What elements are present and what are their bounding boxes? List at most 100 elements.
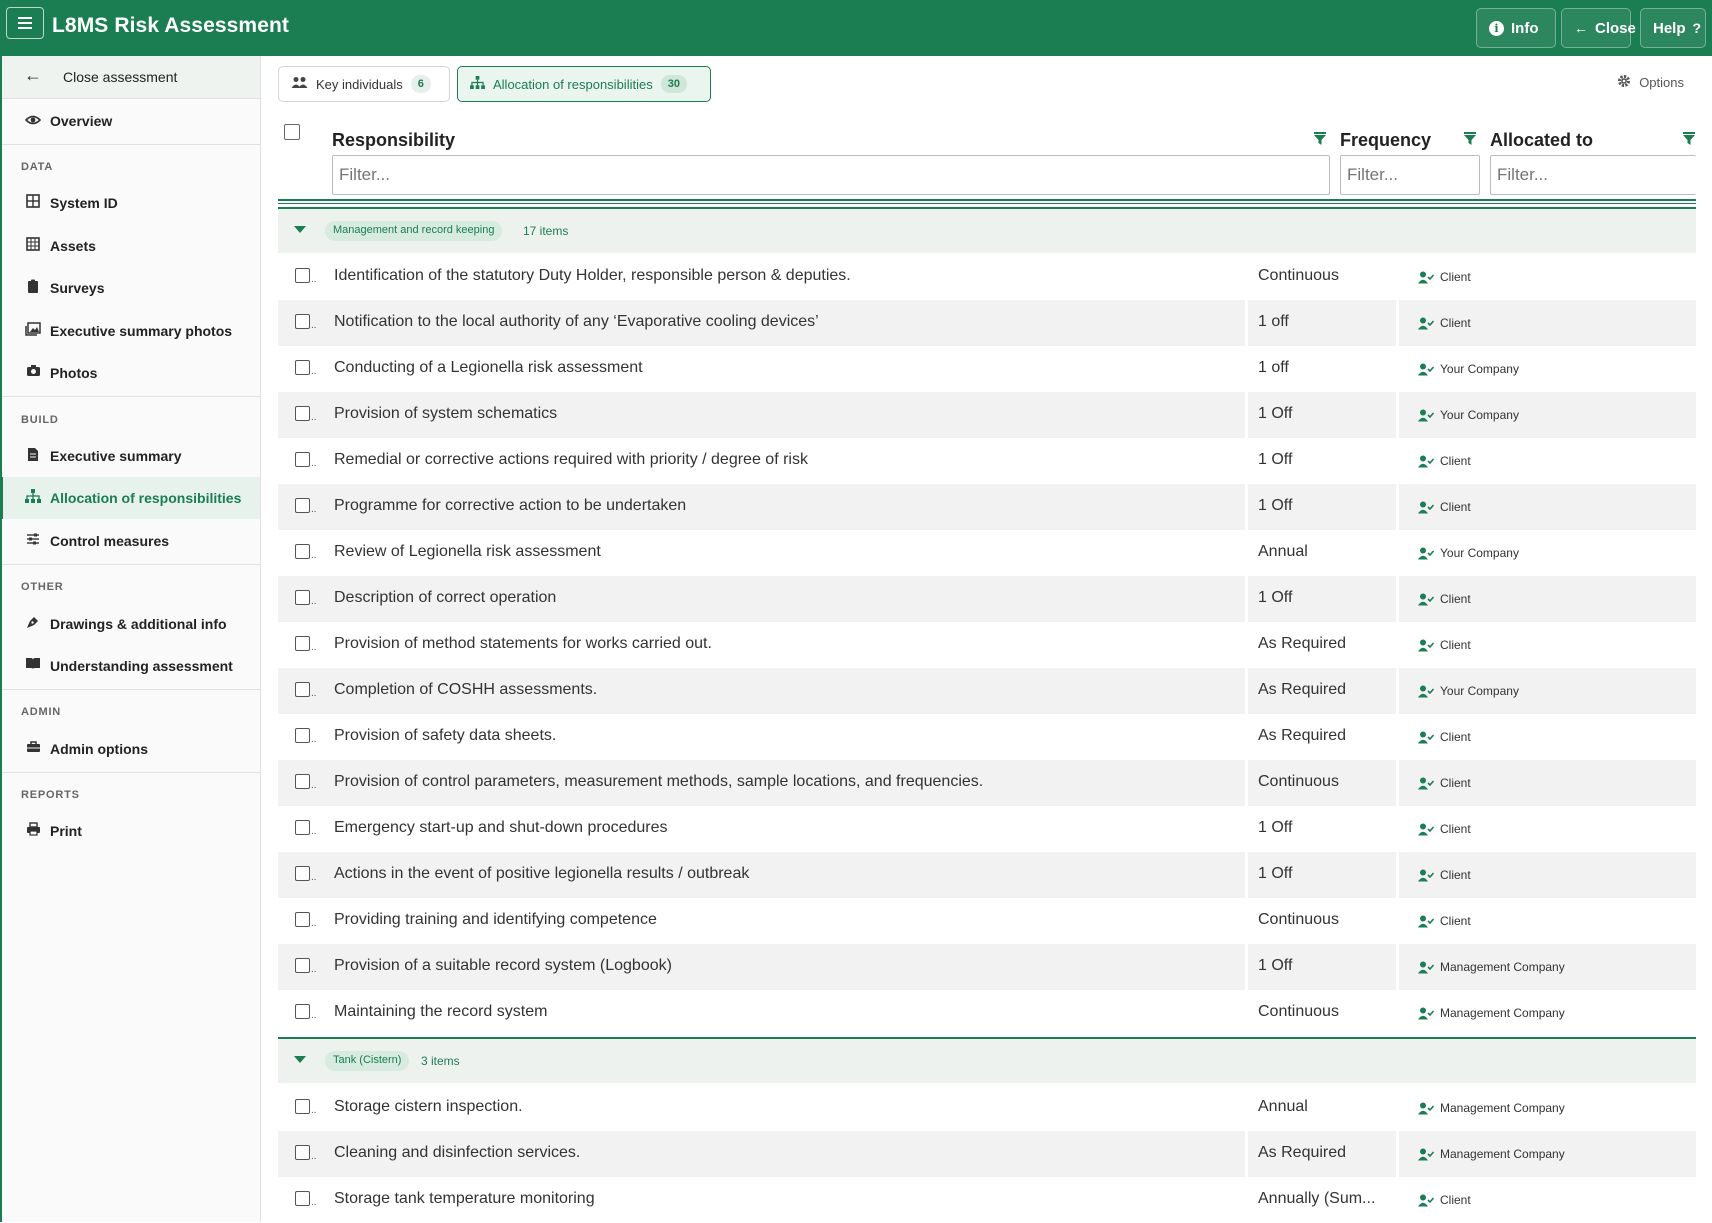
sidebar-item-allocation-of-responsibilities[interactable]: Allocation of responsibilities <box>0 477 260 519</box>
table-row[interactable]: .. Remedial or corrective actions requir… <box>278 438 1696 484</box>
tab-key-individuals[interactable]: Key individuals 6 <box>278 66 450 102</box>
row-checkbox[interactable] <box>295 1145 310 1160</box>
table-row[interactable]: .. Cleaning and disinfection services. A… <box>278 1131 1696 1177</box>
table-row[interactable]: .. Provision of method statements for wo… <box>278 622 1696 668</box>
table-row[interactable]: .. Storage tank temperature monitoring A… <box>278 1177 1696 1223</box>
tab-allocation-of-responsibilities[interactable]: Allocation of responsibilities 30 <box>457 66 711 102</box>
column-header-allocated-to[interactable]: Allocated to <box>1490 130 1593 151</box>
frequency-cell: 1 Off <box>1258 497 1293 514</box>
filter-input-responsibility[interactable] <box>332 155 1330 195</box>
user-check-icon <box>1418 1194 1434 1206</box>
select-all-checkbox[interactable] <box>284 124 300 140</box>
sidebar-item-assets[interactable]: Assets <box>0 225 260 267</box>
table-row[interactable]: .. Provision of safety data sheets. As R… <box>278 714 1696 760</box>
table-row[interactable]: .. Notification to the local authority o… <box>278 300 1696 346</box>
table-row[interactable]: .. Provision of control parameters, meas… <box>278 760 1696 806</box>
table-row[interactable]: .. Actions in the event of positive legi… <box>278 852 1696 898</box>
user-check-icon <box>1418 1102 1434 1114</box>
column-header-responsibility[interactable]: Responsibility <box>332 130 455 151</box>
responsibility-cell: Providing training and identifying compe… <box>334 911 657 928</box>
row-checkbox[interactable] <box>295 682 310 697</box>
table-row[interactable]: .. Provision of system schematics 1 Off … <box>278 392 1696 438</box>
table-row[interactable]: .. Storage cistern inspection. Annual Ma… <box>278 1085 1696 1131</box>
options-button[interactable]: Options <box>1617 74 1684 91</box>
sidebar-item-drawings[interactable]: Drawings & additional info <box>0 603 260 645</box>
filter-funnel-icon[interactable] <box>1464 132 1476 146</box>
filter-funnel-icon[interactable] <box>1683 132 1695 146</box>
table-row[interactable]: .. Providing training and identifying co… <box>278 898 1696 944</box>
row-checkbox[interactable] <box>295 1004 310 1019</box>
row-checkbox[interactable] <box>295 912 310 927</box>
row-checkbox[interactable] <box>295 820 310 835</box>
clipboard-icon <box>25 279 41 295</box>
row-checkbox[interactable] <box>295 636 310 651</box>
frequency-cell: 1 off <box>1258 313 1289 330</box>
row-checkbox[interactable] <box>295 314 310 329</box>
table-row[interactable]: .. Emergency start-up and shut-down proc… <box>278 806 1696 852</box>
help-button[interactable]: Help ? <box>1640 8 1706 48</box>
table-row[interactable]: .. Review of Legionella risk assessment … <box>278 530 1696 576</box>
printer-icon <box>25 822 41 838</box>
arrow-left-icon: ← <box>1574 20 1588 36</box>
frequency-cell: Annual <box>1258 1098 1308 1115</box>
row-checkbox[interactable] <box>295 728 310 743</box>
responsibility-cell: Review of Legionella risk assessment <box>334 543 601 560</box>
row-checkbox[interactable] <box>295 1191 310 1206</box>
filter-input-allocated-to[interactable] <box>1490 155 1696 195</box>
count-badge: 6 <box>410 75 431 93</box>
allocated-cell: Management Company <box>1418 1006 1565 1020</box>
row-checkbox[interactable] <box>295 774 310 789</box>
user-check-icon <box>1418 731 1434 743</box>
sidebar-item-executive-summary-photos[interactable]: Executive summary photos <box>0 310 260 352</box>
caret-down-icon[interactable] <box>294 226 306 233</box>
user-check-icon <box>1418 823 1434 835</box>
allocated-cell: Management Company <box>1418 1101 1565 1115</box>
row-checkbox[interactable] <box>295 544 310 559</box>
sidebar-item-understanding-assessment[interactable]: Understanding assessment <box>0 645 260 687</box>
camera-icon <box>25 364 41 380</box>
row-checkbox[interactable] <box>295 268 310 283</box>
sitemap-icon <box>25 489 41 505</box>
frequency-cell: 1 Off <box>1258 957 1293 974</box>
caret-down-icon[interactable] <box>294 1056 306 1063</box>
column-header-frequency[interactable]: Frequency <box>1340 130 1431 151</box>
sidebar-item-control-measures[interactable]: Control measures <box>0 520 260 562</box>
divider <box>0 144 260 145</box>
row-checkbox[interactable] <box>295 452 310 467</box>
group-row[interactable]: Tank (Cistern) 3 items <box>278 1037 1696 1083</box>
table-row[interactable]: .. Description of correct operation 1 Of… <box>278 576 1696 622</box>
sidebar-item-admin-options[interactable]: Admin options <box>0 728 260 770</box>
table-row[interactable]: .. Completion of COSHH assessments. As R… <box>278 668 1696 714</box>
row-checkbox[interactable] <box>295 1099 310 1114</box>
info-button[interactable]: i Info <box>1476 8 1556 48</box>
hamburger-menu-icon[interactable] <box>6 7 44 39</box>
frequency-cell: 1 Off <box>1258 819 1293 836</box>
sidebar-item-print[interactable]: Print <box>0 810 260 852</box>
responsibility-cell: Actions in the event of positive legione… <box>334 865 750 882</box>
table-row[interactable]: .. Provision of a suitable record system… <box>278 944 1696 990</box>
filter-funnel-icon[interactable] <box>1314 132 1326 146</box>
close-assessment-link[interactable]: ← Close assessment <box>0 56 260 99</box>
sidebar-item-surveys[interactable]: Surveys <box>0 267 260 309</box>
sidebar-item-photos[interactable]: Photos <box>0 352 260 394</box>
row-checkbox[interactable] <box>295 590 310 605</box>
sidebar-item-executive-summary[interactable]: Executive summary <box>0 435 260 477</box>
table-row[interactable]: .. Identification of the statutory Duty … <box>278 254 1696 300</box>
row-checkbox[interactable] <box>295 360 310 375</box>
group-row[interactable]: Management and record keeping 17 items <box>278 207 1696 253</box>
sidebar-item-overview[interactable]: Overview <box>0 100 260 142</box>
sidebar-item-system-id[interactable]: System ID <box>0 182 260 224</box>
table-row[interactable]: .. Maintaining the record system Continu… <box>278 990 1696 1036</box>
frequency-cell: Annually (Sum... <box>1258 1190 1376 1207</box>
table-row[interactable]: .. Programme for corrective action to be… <box>278 484 1696 530</box>
row-checkbox[interactable] <box>295 958 310 973</box>
table-row[interactable]: .. Conducting of a Legionella risk asses… <box>278 346 1696 392</box>
row-checkbox[interactable] <box>295 866 310 881</box>
arrow-left-icon: ← <box>24 65 42 85</box>
row-checkbox[interactable] <box>295 498 310 513</box>
filter-input-frequency[interactable] <box>1340 155 1480 195</box>
group-label: Tank (Cistern) <box>325 1051 410 1071</box>
row-checkbox[interactable] <box>295 406 310 421</box>
close-button[interactable]: ← Close <box>1561 8 1636 48</box>
header-divider <box>278 199 1696 204</box>
